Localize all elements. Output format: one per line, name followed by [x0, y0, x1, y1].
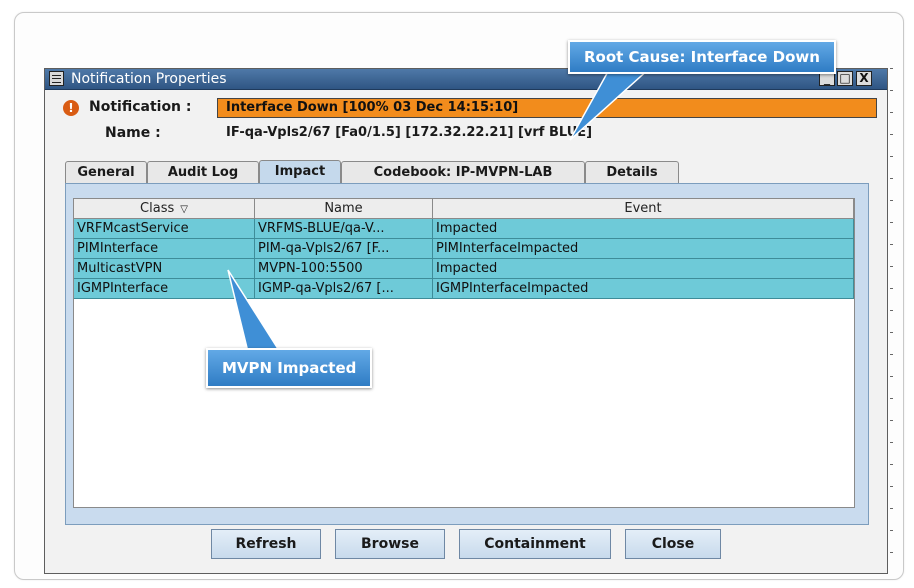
- root-cause-pointer: [569, 67, 652, 141]
- mvpn-impacted-callout: MVPN Impacted: [206, 348, 373, 388]
- root-cause-callout: Root Cause: Interface Down: [568, 40, 836, 74]
- mvpn-pointer: [227, 269, 282, 353]
- callout-pointers: [227, 67, 652, 353]
